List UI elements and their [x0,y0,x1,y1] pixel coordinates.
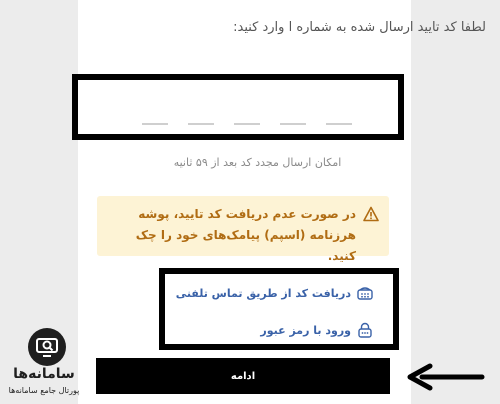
alternative-options-highlight: دریافت کد از طریق تماس تلفنی ورود با رمز… [159,268,399,350]
continue-button[interactable]: ادامه [96,358,390,394]
phone-icon [357,286,373,300]
code-digit-slot-2[interactable] [188,123,214,125]
code-digit-slot-3[interactable] [234,123,260,125]
spam-alert-text: در صورت عدم دریافت کد تایید، پوشه هرزنام… [135,207,356,263]
code-digit-slot-1[interactable] [142,123,168,125]
code-digit-slot-4[interactable] [280,123,306,125]
lock-icon [357,322,373,338]
code-digit-slot-5[interactable] [326,123,352,125]
password-login-label: ورود با رمز عبور [260,323,351,337]
logo-subtitle: پورتال جامع سامانه‌ها [8,386,80,395]
call-verification-link[interactable]: دریافت کد از طریق تماس تلفنی [176,286,373,300]
resend-timer: امکان ارسال مجدد کد بعد از ۵۹ ثانیه [173,156,342,169]
password-login-link[interactable]: ورود با رمز عبور [260,322,373,338]
warning-icon [363,206,379,222]
logo-badge-icon [28,328,66,366]
left-arrow-icon [407,363,485,391]
site-logo: سامانه‌ها پورتال جامع سامانه‌ها [6,328,79,398]
call-verification-label: دریافت کد از طریق تماس تلفنی [175,286,351,300]
logo-title: سامانه‌ها [13,366,75,382]
verification-instruction: لطفا کد تایید ارسال شده به شماره ا وارد … [233,20,486,35]
spam-alert: در صورت عدم دریافت کد تایید، پوشه هرزنام… [97,196,389,263]
code-input-highlight[interactable] [72,74,404,140]
